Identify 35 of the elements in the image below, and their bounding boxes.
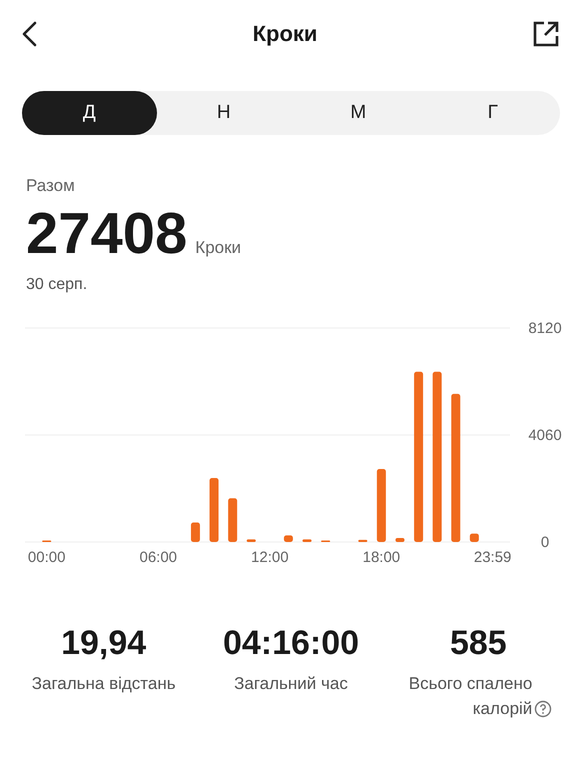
chart-bar (395, 538, 404, 542)
chart-bar (228, 498, 238, 542)
period-tab[interactable]: Н (156, 91, 291, 135)
axis-label: 0 (540, 534, 550, 551)
stat-value: 585 (450, 624, 507, 663)
back-button[interactable] (20, 21, 38, 47)
chart-bar (470, 534, 479, 542)
stat-label: Всього спалено калорій (408, 673, 532, 720)
stat-value: 04:16:00 (222, 624, 360, 663)
period-tab[interactable]: М (291, 91, 426, 135)
chart-bar (190, 522, 200, 542)
stat-value: 19,94 (61, 624, 146, 663)
chart-bar (210, 478, 219, 542)
summary-label: Разом (26, 176, 76, 196)
stat-label: Загальна відстань (32, 674, 176, 693)
axis-label: 23:59 (474, 549, 512, 566)
chart-bar (284, 535, 293, 542)
axis-label: 4060 (528, 427, 562, 444)
page-title: Кроки (252, 21, 318, 47)
period-tab[interactable]: Г (426, 91, 560, 135)
chart-bar (358, 540, 368, 542)
stat-label: Загальний час (234, 674, 348, 693)
chart-bar (246, 539, 256, 542)
share-button[interactable] (532, 20, 560, 48)
axis-label: 8120 (528, 320, 562, 337)
axis-label: 18:00 (362, 549, 400, 566)
axis-label: 06:00 (139, 549, 178, 566)
help-icon[interactable] (534, 700, 552, 718)
step-total: 27408 (26, 204, 188, 264)
axis-label: 12:00 (251, 549, 289, 566)
date-label: 30 серп. (26, 276, 88, 294)
step-unit: Кроки (195, 238, 242, 258)
period-tab[interactable]: Д (22, 91, 156, 135)
chart-bar (302, 539, 312, 542)
axis-label: 00:00 (28, 549, 66, 566)
